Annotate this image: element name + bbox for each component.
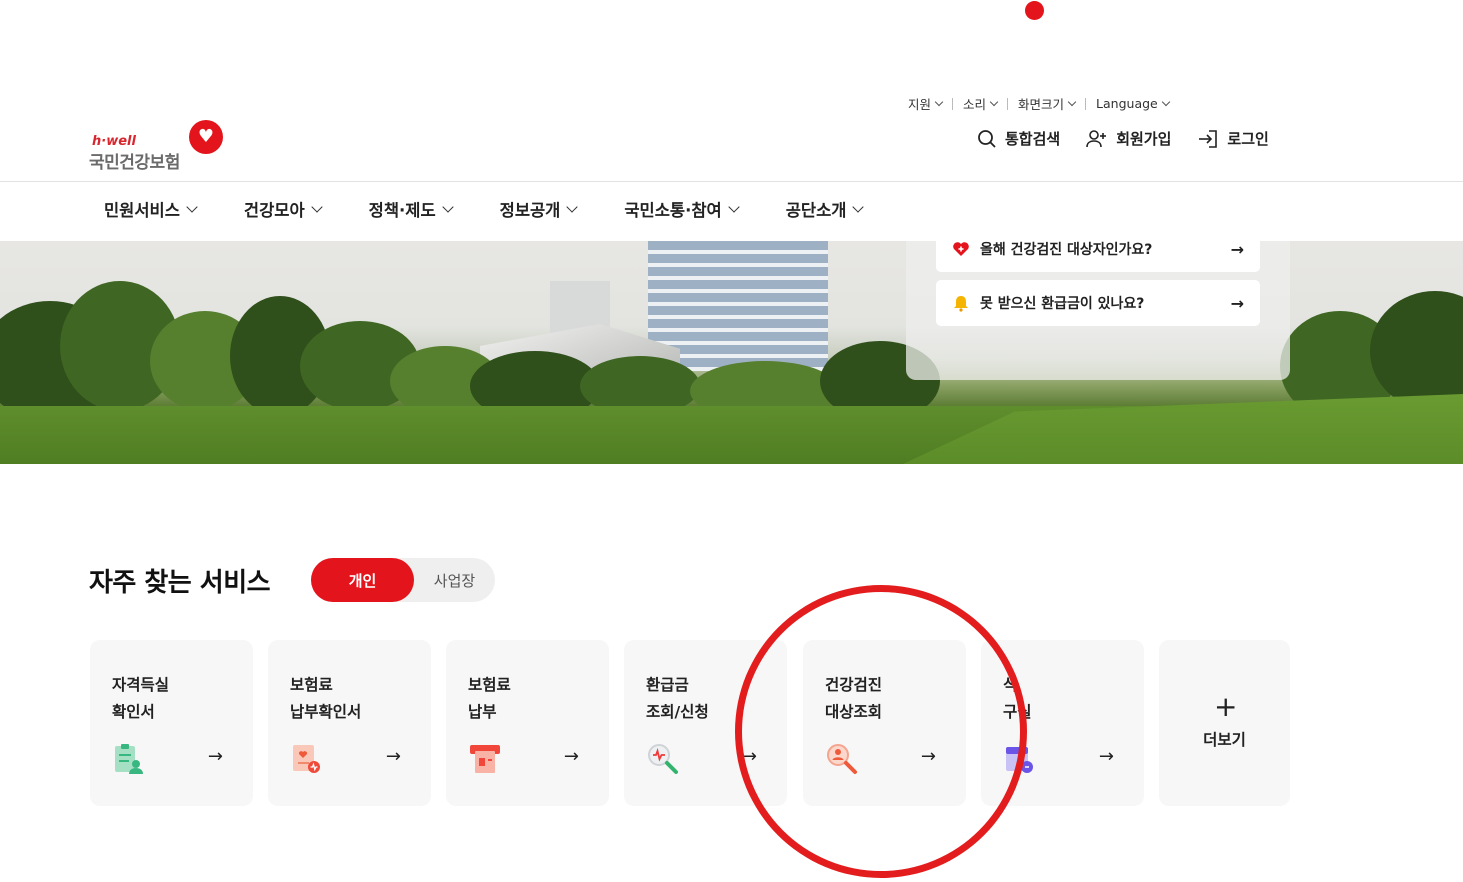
login-button[interactable]: 로그인 bbox=[1197, 128, 1269, 149]
card-title-line1: 건강검진 bbox=[825, 676, 883, 694]
nav-label: 정책·제도 bbox=[368, 201, 436, 220]
nav-label: 민원서비스 bbox=[104, 201, 180, 220]
search-button[interactable]: 통합검색 bbox=[977, 128, 1060, 149]
nav-policy[interactable]: 정책·제도 bbox=[368, 197, 454, 221]
login-icon bbox=[1199, 129, 1218, 148]
user-add-icon bbox=[1086, 129, 1107, 147]
util-language[interactable]: Language bbox=[1096, 96, 1170, 111]
nav-label: 공단소개 bbox=[785, 201, 847, 220]
util-sound[interactable]: 소리 bbox=[963, 94, 999, 113]
util-support[interactable]: 지원 bbox=[908, 94, 944, 113]
service-card-premium-payment[interactable]: 보험료 납부 → bbox=[446, 640, 609, 806]
arrow-right-icon: → bbox=[1230, 293, 1244, 313]
card-title-line2: 납부확인서 bbox=[290, 703, 362, 721]
chevron-down-icon bbox=[852, 200, 865, 213]
service-type-toggle: 개인 사업장 bbox=[311, 558, 495, 602]
arrow-right-icon: → bbox=[1230, 241, 1244, 259]
checkup-search-icon bbox=[827, 744, 857, 774]
search-icon bbox=[978, 129, 996, 148]
certificate-icon bbox=[115, 744, 143, 774]
divider bbox=[1085, 97, 1087, 110]
arrow-right-icon: → bbox=[385, 746, 401, 767]
login-label: 로그인 bbox=[1227, 130, 1269, 148]
logo-brand: h·well bbox=[92, 134, 136, 149]
hero-item-label: 올해 건강검진 대상자인가요? bbox=[980, 242, 1153, 258]
chevron-down-icon bbox=[728, 200, 740, 213]
arrow-right-icon: → bbox=[920, 746, 936, 767]
chevron-down-icon bbox=[310, 200, 323, 213]
service-card-diet-room[interactable]: 식 구실 → bbox=[981, 640, 1144, 806]
signup-label: 회원가입 bbox=[1116, 130, 1172, 148]
services-title: 자주 찾는 서비스 bbox=[89, 568, 271, 598]
chevron-down-icon bbox=[1161, 97, 1170, 106]
utility-bar: 지원 소리 화면크기 Language bbox=[908, 94, 1170, 113]
header-divider bbox=[0, 181, 1463, 182]
heart-logo-icon: ♥ bbox=[189, 120, 223, 154]
nav-label: 건강모아 bbox=[243, 201, 305, 220]
arrow-right-icon: → bbox=[1098, 746, 1114, 767]
card-title-line2: 대상조회 bbox=[825, 703, 883, 721]
card-title-line1: 보험료 bbox=[290, 676, 333, 694]
card-title-line1: 식 bbox=[1003, 676, 1018, 694]
chevron-down-icon bbox=[566, 200, 579, 213]
cursor-indicator bbox=[1025, 1, 1044, 20]
hero-item-label: 못 받으신 환급금이 있나요? bbox=[980, 296, 1145, 312]
nav-health-moa[interactable]: 건강모아 bbox=[243, 197, 323, 221]
signup-button[interactable]: 회원가입 bbox=[1086, 128, 1171, 149]
more-label: 더보기 bbox=[1203, 731, 1246, 749]
util-language-label: Language bbox=[1096, 96, 1158, 111]
calendar-icon bbox=[1006, 747, 1033, 773]
chevron-down-icon bbox=[441, 200, 454, 213]
refund-search-icon bbox=[648, 744, 678, 774]
toggle-business[interactable]: 사업장 bbox=[414, 558, 495, 602]
card-title-line1: 자격득실 bbox=[112, 676, 170, 694]
service-card-refund[interactable]: 환급금 조회/신청 → bbox=[624, 640, 787, 806]
hero-banner: 올해 건강검진 대상자인가요? → 못 받으신 환급금이 있나요? → bbox=[0, 241, 1463, 464]
top-actions: 통합검색 회원가입 로그인 bbox=[977, 128, 1269, 149]
service-card-qualification[interactable]: 자격득실 확인서 → bbox=[90, 640, 253, 806]
hero-checkup-target-link[interactable]: 올해 건강검진 대상자인가요? → bbox=[936, 241, 1260, 272]
site-logo[interactable]: h·well 국민건강보험 ♥ bbox=[89, 120, 229, 173]
arrow-right-icon: → bbox=[563, 746, 579, 767]
card-title-line2: 구실 bbox=[1003, 703, 1032, 721]
payment-certificate-icon bbox=[293, 745, 320, 773]
hero-quick-panel: 올해 건강검진 대상자인가요? → 못 받으신 환급금이 있나요? → bbox=[906, 241, 1290, 380]
nav-civil-service[interactable]: 민원서비스 bbox=[104, 197, 198, 221]
util-screen-size[interactable]: 화면크기 bbox=[1018, 94, 1077, 113]
chevron-down-icon bbox=[934, 97, 944, 106]
search-label: 통합검색 bbox=[1005, 130, 1061, 148]
service-card-premium-certificate[interactable]: 보험료 납부확인서 → bbox=[268, 640, 431, 806]
card-title-line2: 조회/신청 bbox=[646, 703, 709, 721]
chevron-down-icon bbox=[1067, 97, 1077, 106]
divider bbox=[1007, 97, 1009, 110]
bell-icon bbox=[952, 294, 970, 312]
logo-name: 국민건강보험 bbox=[89, 153, 180, 173]
card-payment-icon bbox=[470, 745, 500, 773]
plus-icon: + bbox=[1214, 690, 1238, 723]
arrow-right-icon: → bbox=[741, 746, 757, 767]
chevron-down-icon bbox=[989, 97, 999, 106]
divider bbox=[952, 97, 954, 110]
card-title-line1: 보험료 bbox=[468, 676, 511, 694]
nav-label: 국민소통·참여 bbox=[624, 201, 722, 220]
hero-refund-link[interactable]: 못 받으신 환급금이 있나요? → bbox=[936, 280, 1260, 326]
main-nav: 민원서비스 건강모아 정책·제도 정보공개 국민소통·참여 공단소개 bbox=[104, 197, 865, 221]
card-title-line2: 납부 bbox=[468, 703, 497, 721]
hero-lawn bbox=[903, 394, 1463, 464]
util-screen-size-label: 화면크기 bbox=[1018, 97, 1065, 112]
nav-label: 정보공개 bbox=[499, 201, 561, 220]
services-more-button[interactable]: + 더보기 bbox=[1159, 640, 1290, 806]
card-title-line2: 확인서 bbox=[112, 703, 155, 721]
service-card-checkup-target[interactable]: 건강검진 대상조회 → bbox=[803, 640, 966, 806]
nav-about[interactable]: 공단소개 bbox=[785, 197, 865, 221]
card-title-line1: 환급금 bbox=[646, 676, 689, 694]
arrow-right-icon: → bbox=[207, 746, 223, 767]
nav-communication[interactable]: 국민소통·참여 bbox=[624, 197, 740, 221]
chevron-down-icon bbox=[186, 200, 198, 213]
util-support-label: 지원 bbox=[908, 97, 932, 112]
util-sound-label: 소리 bbox=[963, 97, 987, 112]
nav-info-disclosure[interactable]: 정보공개 bbox=[499, 197, 579, 221]
toggle-personal[interactable]: 개인 bbox=[311, 558, 414, 602]
heart-plus-icon bbox=[952, 241, 970, 258]
